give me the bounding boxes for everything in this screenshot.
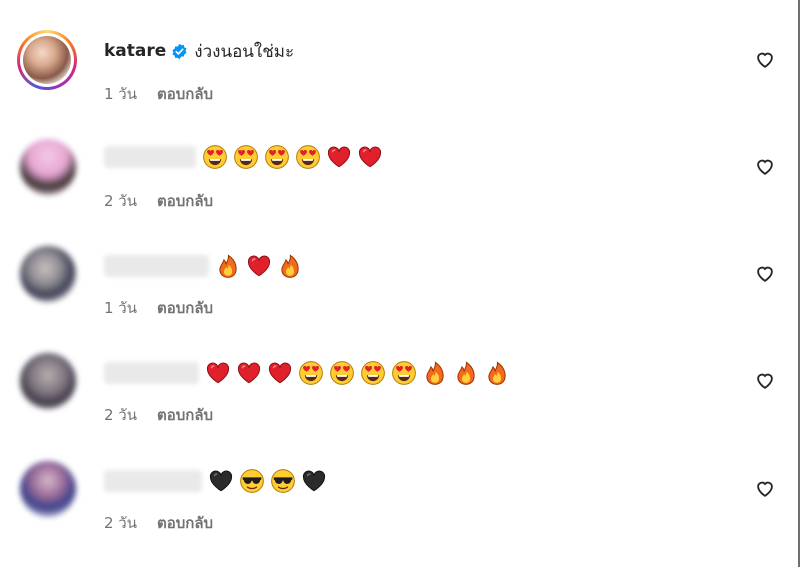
heart-outline-icon[interactable] (754, 369, 776, 391)
verified-badge-icon (172, 43, 187, 59)
comment-text: ง่วงนอนใช่มะ (194, 41, 295, 62)
heart-outline-icon[interactable] (754, 477, 776, 499)
comment-time: 2 วัน (104, 192, 137, 210)
heart-eyes-emoji-icon (392, 361, 416, 385)
fire-emoji-icon (219, 254, 237, 278)
sunglasses-emoji-icon (240, 469, 264, 493)
reply-button[interactable]: ตอบกลับ (157, 189, 213, 213)
fire-emoji-icon (488, 361, 506, 385)
avatar[interactable] (17, 30, 77, 90)
reply-button[interactable]: ตอบกลับ (157, 403, 213, 427)
sunglasses-emoji-icon (271, 469, 295, 493)
red-heart-emoji-icon (358, 146, 382, 168)
reply-button[interactable]: ตอบกลับ (157, 511, 213, 535)
comment-time: 2 วัน (104, 514, 137, 532)
comment-time: 1 วัน (104, 85, 137, 103)
avatar-image (23, 36, 71, 84)
heart-outline-icon[interactable] (754, 48, 776, 70)
blurred-username[interactable] (104, 470, 202, 492)
red-heart-emoji-icon (206, 362, 230, 384)
fire-emoji-icon (281, 254, 299, 278)
reply-button[interactable]: ตอบกลับ (157, 82, 213, 106)
blurred-username[interactable] (104, 362, 199, 384)
heart-outline-icon[interactable] (754, 155, 776, 177)
comment-username[interactable]: katare (104, 41, 166, 61)
heart-eyes-emoji-icon (361, 361, 385, 385)
heart-eyes-emoji-icon (265, 145, 289, 169)
red-heart-emoji-icon (268, 362, 292, 384)
comment-time: 2 วัน (104, 406, 137, 424)
comment-emojis (205, 360, 515, 386)
heart-eyes-emoji-icon (299, 361, 323, 385)
blurred-username[interactable] (104, 255, 209, 277)
heart-eyes-emoji-icon (296, 145, 320, 169)
red-heart-emoji-icon (237, 362, 261, 384)
avatar[interactable] (20, 461, 76, 517)
heart-outline-icon[interactable] (754, 262, 776, 284)
fire-emoji-icon (457, 361, 475, 385)
red-heart-emoji-icon (247, 255, 271, 277)
comment-emojis (208, 468, 332, 494)
comment-emojis (215, 253, 308, 279)
comment-emojis (202, 144, 388, 170)
comment-time: 1 วัน (104, 299, 137, 317)
black-heart-emoji-icon (209, 470, 233, 492)
black-heart-emoji-icon (302, 470, 326, 492)
heart-eyes-emoji-icon (234, 145, 258, 169)
heart-eyes-emoji-icon (330, 361, 354, 385)
fire-emoji-icon (426, 361, 444, 385)
blurred-username[interactable] (104, 146, 196, 168)
reply-button[interactable]: ตอบกลับ (157, 296, 213, 320)
red-heart-emoji-icon (327, 146, 351, 168)
avatar[interactable] (20, 246, 76, 302)
avatar[interactable] (20, 139, 76, 195)
avatar[interactable] (20, 353, 76, 409)
heart-eyes-emoji-icon (203, 145, 227, 169)
